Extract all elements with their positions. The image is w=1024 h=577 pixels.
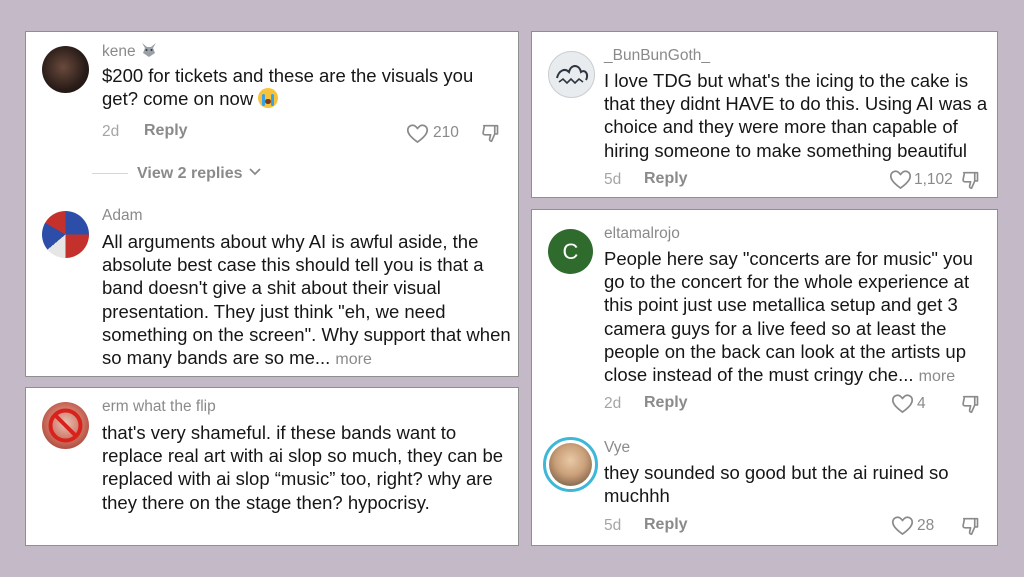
thumbs-down-icon[interactable] [961,393,983,415]
reply-button-kene[interactable]: Reply [144,122,188,140]
avatar-vye[interactable] [543,437,598,492]
comment-text-vye: they sounded so good but the ai ruined s… [604,462,949,507]
thumbs-down-icon[interactable] [961,515,983,537]
avatar-letter: C [562,239,579,264]
no-sign-icon [48,408,83,443]
comment-card-erm: erm what the flip that's very shameful. … [25,387,519,546]
wolf-emoji-icon [141,43,156,57]
loudly-crying-emoji-icon [258,88,279,109]
comment-text-eltamalrojo: People here say "concerts are for music"… [604,248,973,386]
heart-icon[interactable] [889,169,912,190]
username-bunbungoth[interactable]: _BunBunGoth_ [604,47,710,65]
reply-button-bunbungoth[interactable]: Reply [644,170,688,188]
comment-text-erm: that's very shameful. if these bands wan… [102,422,504,513]
comment-card-bunbungoth: _BunBunGoth_ I love TDG but what's the i… [531,31,998,198]
avatar-adam[interactable] [42,211,89,258]
like-count-eltamalrojo: 4 [917,395,926,412]
replies-divider [92,173,128,174]
comment-age-bunbungoth: 5d [604,171,622,188]
avatar-erm[interactable] [42,402,89,449]
heart-icon[interactable] [891,393,914,414]
comment-age-vye: 5d [604,517,622,534]
chevron-down-icon [249,168,261,176]
comment-age-kene: 2d [102,123,120,140]
heart-icon[interactable] [891,515,914,536]
more-button-adam[interactable]: more [335,351,371,368]
more-button-eltamalrojo[interactable]: more [919,368,955,385]
reply-button-vye[interactable]: Reply [644,516,688,534]
thumbs-down-icon[interactable] [481,122,503,144]
username-vye[interactable]: Vye [604,439,630,457]
username-kene[interactable]: kene [102,42,158,61]
like-count-vye: 28 [917,517,935,534]
bunny-drawing-icon [556,65,589,85]
comment-text-adam: All arguments about why AI is awful asid… [102,231,511,369]
avatar-bunbungoth[interactable] [548,51,595,98]
heart-icon[interactable] [406,123,429,144]
avatar-vye-photo [549,443,592,486]
avatar-kene[interactable] [42,46,89,93]
comment-card-eltamalrojo-vye: C eltamalrojo People here say "concerts … [531,209,998,546]
like-count-bunbungoth: 1,102 [914,171,953,188]
username-adam[interactable]: Adam [102,207,143,225]
comment-age-eltamalrojo: 2d [604,395,622,412]
comment-card-kene-adam: kene $200 for tickets and these are the … [25,31,519,377]
avatar-eltamalrojo[interactable]: C [548,229,593,274]
username-erm[interactable]: erm what the flip [102,398,216,416]
comment-text-kene: $200 for tickets and these are the visua… [102,65,474,110]
username-eltamalrojo[interactable]: eltamalrojo [604,225,680,243]
thumbs-down-icon[interactable] [961,169,983,191]
view-replies-button[interactable]: View 2 replies [137,165,261,183]
comment-text-bunbungoth: I love TDG but what's the icing to the c… [604,70,988,161]
like-count-kene: 210 [433,124,459,141]
reply-button-eltamalrojo[interactable]: Reply [644,394,688,412]
